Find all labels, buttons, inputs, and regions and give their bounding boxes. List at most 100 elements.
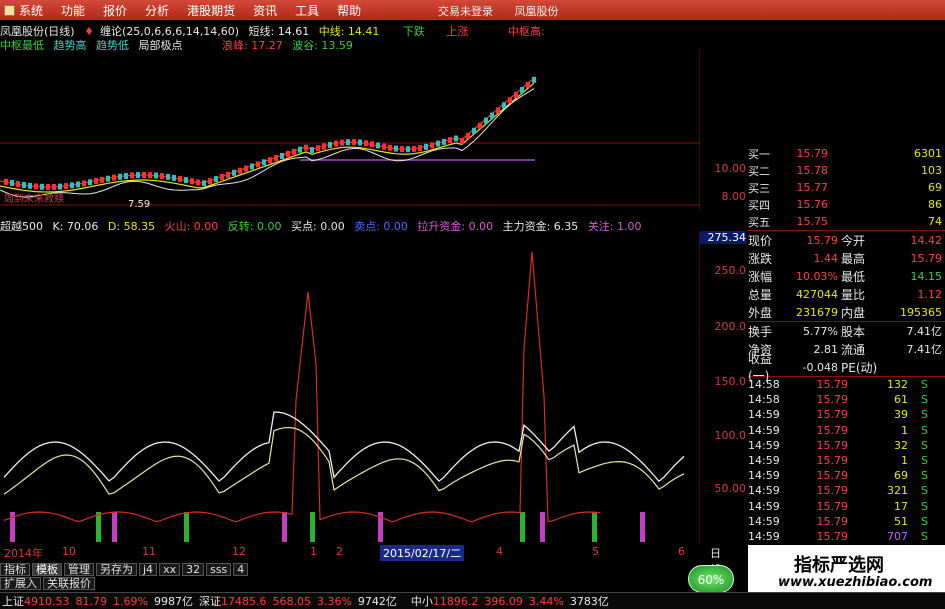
order-book-row[interactable]: 买五 15.75 74 <box>748 213 945 230</box>
extra-tab-0[interactable]: 扩展入 <box>0 576 41 590</box>
candle <box>112 174 116 181</box>
fund-key: 总量 <box>748 287 773 302</box>
order-book-row[interactable]: 买三 15.77 69 <box>748 179 945 196</box>
candle <box>250 163 254 170</box>
signal-bar <box>640 512 645 542</box>
tick-price: 15.79 <box>816 454 849 468</box>
tick-row: 14:59 15.79 707 S <box>748 529 945 544</box>
candle <box>214 176 218 183</box>
candle <box>40 183 44 190</box>
ind-axis-200: 200.0 <box>714 320 747 333</box>
order-price: 15.78 <box>796 164 829 177</box>
tick-price: 15.79 <box>816 469 849 483</box>
tick-side: S <box>921 499 928 513</box>
extra-tab-1[interactable]: 关联报价 <box>43 576 95 590</box>
menu-hk-futures[interactable]: 港股期货 <box>187 2 235 19</box>
trade-login-status[interactable]: 交易未登录 <box>438 5 493 18</box>
tick-time: 14:59 <box>748 454 780 468</box>
tab-4[interactable]: j4 <box>139 562 158 576</box>
date-2: 2 <box>336 545 343 558</box>
fund-key-2: 内盘 <box>841 305 866 320</box>
kline-axis-8: 8.00 <box>721 190 747 203</box>
red-series <box>3 251 601 523</box>
quote-panel: 买一 15.79 6301 买二 15.78 103 买三 15.77 69 买四 15.76 86 买… <box>748 145 945 559</box>
tick-volume: 1 <box>901 454 908 468</box>
order-book-row[interactable]: 买四 15.76 86 <box>748 196 945 213</box>
fund-value: 10.03% <box>796 269 838 283</box>
menu-analysis[interactable]: 分析 <box>145 2 169 19</box>
candle <box>454 135 458 142</box>
tab-7[interactable]: sss <box>206 562 232 576</box>
candle <box>232 169 236 176</box>
tick-time: 14:59 <box>748 408 780 422</box>
zx-pct: 3.44% <box>528 594 564 608</box>
candle <box>286 150 290 157</box>
tick-side: S <box>921 423 928 437</box>
zx-label[interactable]: 中小 <box>411 593 433 609</box>
signal-bar <box>184 512 189 542</box>
status-bar: 上证 4910.53 81.79 1.69% 9987亿 深证 17485.6 … <box>0 592 945 609</box>
sz-label[interactable]: 深证 <box>199 593 221 609</box>
sh-pct: 1.69% <box>113 594 148 608</box>
candle <box>88 179 92 186</box>
tab-2[interactable]: 管理 <box>64 562 94 576</box>
tab-0[interactable]: 指标 <box>0 562 30 576</box>
tab-8[interactable]: 4 <box>233 562 249 576</box>
order-volume: 6301 <box>914 147 942 160</box>
menu-system[interactable]: 系统 <box>19 2 43 19</box>
tick-row: 14:58 15.79 61 S <box>748 392 945 407</box>
d-series <box>3 426 685 495</box>
tick-price: 15.79 <box>816 393 849 407</box>
fundamental-row: 现价 15.79 今开 14.42 <box>748 231 945 249</box>
date-12: 12 <box>232 545 246 558</box>
candle <box>424 143 428 150</box>
tab-5[interactable]: xx <box>159 562 181 576</box>
candles-group <box>4 76 536 190</box>
sh-label[interactable]: 上证 <box>2 593 24 609</box>
progress-badge[interactable]: 60% <box>688 565 734 593</box>
candle <box>436 140 440 147</box>
menu-function[interactable]: 功能 <box>61 2 85 19</box>
menu-news[interactable]: 资讯 <box>253 2 277 19</box>
fund-value-2: 15.79 <box>910 251 943 265</box>
menu-help[interactable]: 帮助 <box>337 2 361 19</box>
sh-change: 81.79 <box>75 594 108 608</box>
fundamental-row: 涨跌 1.44 最高 15.79 <box>748 249 945 267</box>
kline-chart[interactable]: 周到未来救赎 7.59 <box>0 50 700 210</box>
tab-3[interactable]: 另存为 <box>96 562 137 576</box>
tick-row: 14:59 15.79 51 S <box>748 514 945 529</box>
tick-time: 14:59 <box>748 423 780 437</box>
signal-bar <box>310 512 315 542</box>
tick-row: 14:59 15.79 321 S <box>748 483 945 498</box>
candle <box>178 175 182 182</box>
candle <box>94 178 98 185</box>
zx-change: 396.09 <box>484 594 523 608</box>
k-series <box>3 411 685 483</box>
order-book: 买一 15.79 6301 买二 15.78 103 买三 15.77 69 买四 15.76 86 买… <box>748 145 945 230</box>
tick-volume: 32 <box>894 438 908 452</box>
menu-quote[interactable]: 报价 <box>103 2 127 19</box>
tick-side: S <box>921 393 928 407</box>
tab-6[interactable]: 32 <box>182 562 205 576</box>
order-book-row[interactable]: 买一 15.79 6301 <box>748 145 945 162</box>
candle <box>208 178 212 185</box>
sh-amount: 9987亿 <box>153 595 193 608</box>
fundamental-row: 涨幅 10.03% 最低 14.15 <box>748 267 945 285</box>
menu-tools[interactable]: 工具 <box>295 2 319 19</box>
tick-price: 15.79 <box>816 484 849 498</box>
zx-value: 11896.2 <box>432 594 479 608</box>
candle <box>460 138 464 144</box>
candle <box>484 117 488 124</box>
fundamentals-2: 换手 5.77% 股本 7.41亿 净资 2.81 流通 7.41亿 收益(一) -0.048 PE… <box>748 322 945 384</box>
sz-amount: 9742亿 <box>357 595 397 608</box>
tick-side: S <box>921 408 928 422</box>
signal-bar <box>112 512 117 542</box>
indicator-chart[interactable] <box>0 232 700 544</box>
candle <box>202 180 206 187</box>
tab-1[interactable]: 模板 <box>32 562 62 576</box>
tick-volume: 707 <box>887 529 908 543</box>
candle <box>316 145 320 152</box>
fund-key-2: 流通 <box>841 342 866 357</box>
order-book-row[interactable]: 买二 15.78 103 <box>748 162 945 179</box>
candle <box>370 141 374 148</box>
